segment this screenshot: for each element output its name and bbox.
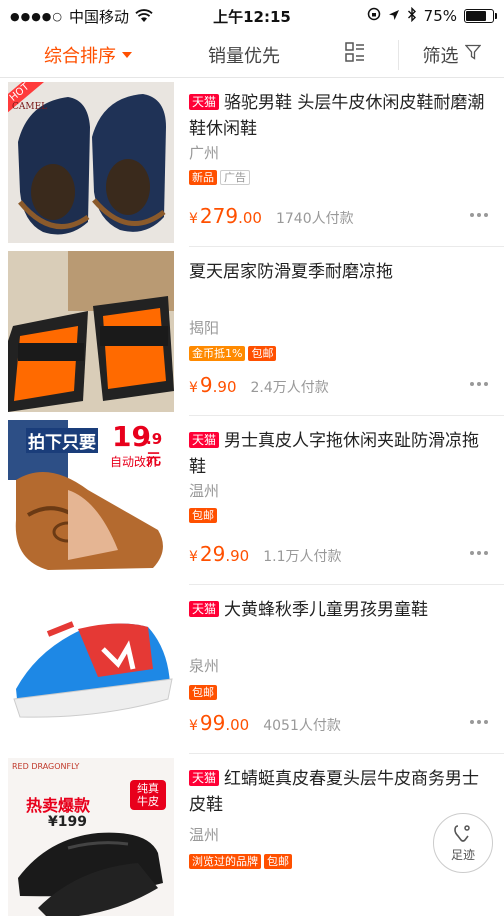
- tag-new: 新品: [189, 170, 217, 185]
- wifi-icon: [135, 9, 153, 23]
- price-promo-banner: 拍下只要 19 .9元 自动改价: [26, 420, 163, 469]
- tmall-badge: 天猫: [189, 601, 220, 617]
- tag-viewed-brand: 浏览过的品牌: [189, 854, 261, 869]
- more-options-icon[interactable]: [470, 720, 488, 724]
- product-location: 揭阳: [189, 319, 220, 337]
- product-tags: 包邮: [189, 685, 217, 700]
- price-row: ¥99.00 4051人付款: [189, 711, 341, 735]
- tmall-badge: 天猫: [189, 94, 220, 110]
- sales-count: 4051人付款: [263, 718, 341, 734]
- product-list: HOT CAMEL 天猫 骆驼男鞋 头层牛皮休闲皮鞋耐磨潮鞋休闲鞋 广州 新品 广…: [0, 78, 504, 916]
- carrier-label: 中国移动: [69, 7, 130, 26]
- product-image[interactable]: RED DRAGONFLY 热卖爆款 纯真牛皮 ¥199: [8, 758, 174, 916]
- battery-icon: [464, 9, 497, 23]
- filter-label: 筛选: [422, 45, 459, 67]
- layout-toggle-button[interactable]: [312, 32, 398, 77]
- more-options-icon[interactable]: [470, 551, 488, 555]
- product-item[interactable]: RED DRAGONFLY 热卖爆款 纯真牛皮 ¥199 天猫 红蜻蜓真皮春夏头层…: [0, 754, 504, 916]
- brand-logo: RED DRAGONFLY: [12, 762, 80, 771]
- product-location: 温州: [189, 826, 220, 844]
- battery-percent: 75%: [423, 7, 457, 25]
- price-row: ¥279.00 1740人付款: [189, 204, 354, 228]
- product-info: 夏天居家防滑夏季耐磨凉拖 揭阳 金币抵1% 包邮 ¥9.90 2.4万人付款: [189, 247, 504, 416]
- tag-free-shipping: 包邮: [189, 685, 217, 700]
- product-title[interactable]: 天猫 大黄蜂秋季儿童男孩男童鞋: [189, 597, 490, 623]
- tag-free-shipping: 包邮: [189, 508, 217, 523]
- product-title[interactable]: 天猫 男士真皮人字拖休闲夹趾防滑凉拖鞋: [189, 428, 490, 480]
- product-info: 天猫 男士真皮人字拖休闲夹趾防滑凉拖鞋 温州 包邮 ¥29.90 1.1万人付款: [189, 416, 504, 585]
- tag-coin: 金币抵1%: [189, 346, 246, 361]
- filter-icon: [464, 44, 481, 65]
- sort-bar: 综合排序 销量优先 筛选: [0, 32, 504, 78]
- product-price: ¥99.00: [189, 711, 250, 735]
- footprint-button[interactable]: 足迹: [433, 813, 493, 873]
- price-row: ¥29.90 1.1万人付款: [189, 542, 342, 566]
- brand-logo: CAMEL: [12, 102, 48, 112]
- product-info: 天猫 大黄蜂秋季儿童男孩男童鞋 泉州 包邮 ¥99.00 4051人付款: [189, 585, 504, 754]
- product-title[interactable]: 天猫 红蜻蜓真皮春夏头层牛皮商务男士皮鞋: [189, 766, 490, 818]
- product-title[interactable]: 天猫 骆驼男鞋 头层牛皮休闲皮鞋耐磨潮鞋休闲鞋: [189, 90, 490, 142]
- product-image[interactable]: 拍下只要 19 .9元 自动改价: [8, 420, 174, 581]
- product-price: ¥9.90: [189, 373, 237, 397]
- bluetooth-icon: [407, 6, 417, 26]
- caret-down-icon: [122, 51, 132, 58]
- product-item[interactable]: HOT CAMEL 天猫 骆驼男鞋 头层牛皮休闲皮鞋耐磨潮鞋休闲鞋 广州 新品 广…: [0, 78, 504, 247]
- product-image[interactable]: [8, 589, 174, 750]
- product-info: 天猫 骆驼男鞋 头层牛皮休闲皮鞋耐磨潮鞋休闲鞋 广州 新品 广告 ¥279.00 …: [189, 78, 504, 247]
- product-item[interactable]: 拍下只要 19 .9元 自动改价 天猫 男士真皮人字拖休闲夹趾防滑凉拖鞋 温州 包…: [0, 416, 504, 585]
- signal-icon: ●●●●○: [10, 9, 63, 23]
- sort-tab-sales[interactable]: 销量优先: [176, 32, 312, 77]
- tag-free-shipping: 包邮: [248, 346, 277, 361]
- filter-button[interactable]: 筛选: [398, 39, 504, 70]
- footprint-icon: [452, 823, 474, 846]
- product-price: ¥279.00: [189, 204, 262, 228]
- tmall-badge: 天猫: [189, 770, 220, 786]
- product-location: 泉州: [189, 657, 220, 675]
- more-options-icon[interactable]: [470, 213, 488, 217]
- product-price: ¥29.90: [189, 542, 250, 566]
- tag-ad: 广告: [220, 170, 250, 185]
- tag-free-shipping: 包邮: [264, 854, 292, 869]
- more-options-icon[interactable]: [470, 382, 488, 386]
- product-title[interactable]: 夏天居家防滑夏季耐磨凉拖: [189, 259, 490, 285]
- product-item[interactable]: 天猫 大黄蜂秋季儿童男孩男童鞋 泉州 包邮 ¥99.00 4051人付款: [0, 585, 504, 754]
- tmall-badge: 天猫: [189, 432, 220, 448]
- price-row: ¥9.90 2.4万人付款: [189, 373, 329, 397]
- lock-rotation-icon: [367, 7, 381, 25]
- footprint-label: 足迹: [450, 848, 475, 862]
- clock: 上午12:15: [213, 7, 291, 26]
- location-icon: [388, 7, 400, 25]
- sort-tab-comprehensive-label: 综合排序: [44, 45, 116, 67]
- sales-count: 1.1万人付款: [263, 549, 342, 565]
- product-tags: 新品 广告: [189, 170, 250, 185]
- product-location: 温州: [189, 482, 220, 500]
- sales-count: 1740人付款: [275, 211, 354, 227]
- sort-tab-comprehensive[interactable]: 综合排序: [0, 32, 176, 77]
- product-tags: 浏览过的品牌 包邮: [189, 854, 292, 869]
- sales-count: 2.4万人付款: [250, 380, 329, 396]
- product-image[interactable]: HOT CAMEL: [8, 82, 174, 243]
- product-location: 广州: [189, 144, 220, 162]
- list-view-icon: [345, 42, 365, 67]
- product-tags: 包邮: [189, 508, 217, 523]
- product-item[interactable]: 夏天居家防滑夏季耐磨凉拖 揭阳 金币抵1% 包邮 ¥9.90 2.4万人付款: [0, 247, 504, 416]
- product-tags: 金币抵1% 包邮: [189, 346, 277, 361]
- status-bar: ●●●●○ 中国移动 上午12:15 75%: [0, 0, 504, 32]
- product-image[interactable]: [8, 251, 174, 412]
